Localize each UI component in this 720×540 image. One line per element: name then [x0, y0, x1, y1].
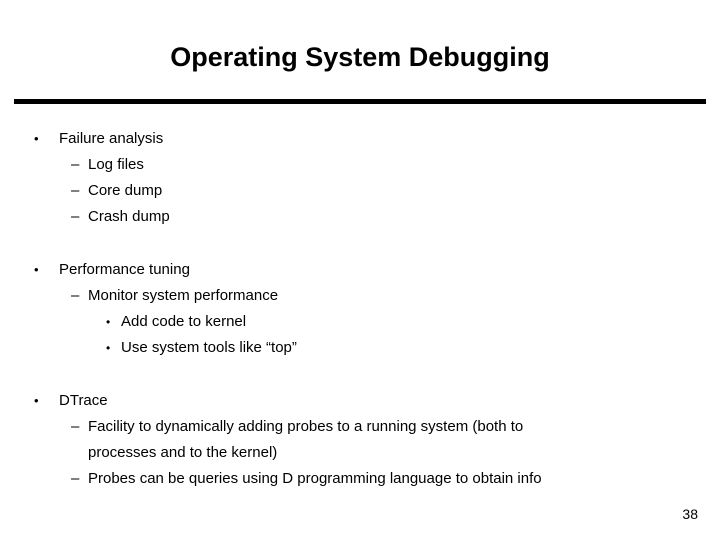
bullet-text: Probes can be queries using D programmin… [88, 470, 542, 487]
bullet-level2-continuation: processes and to the kernel) [0, 440, 720, 466]
bullet-text: processes and to the kernel) [88, 444, 278, 461]
slide-body: • Failure analysis – Log files – Core du… [0, 126, 720, 492]
bullet-dot-small-icon: • [106, 315, 111, 329]
bullet-text: Crash dump [88, 208, 170, 225]
bullet-level2: – Facility to dynamically adding probes … [0, 414, 720, 440]
bullet-level3: • Use system tools like “top” [0, 335, 720, 361]
bullet-level2: – Monitor system performance [0, 283, 720, 309]
title-divider [14, 99, 706, 104]
bullet-level2: – Crash dump [0, 204, 720, 230]
page-title: Operating System Debugging [170, 42, 550, 72]
bullet-level2: – Core dump [0, 178, 720, 204]
bullet-dash-icon: – [71, 182, 80, 199]
bullet-text: Log files [88, 156, 144, 173]
bullet-dot-icon: • [34, 131, 39, 146]
bullet-section: • Performance tuning – Monitor system pe… [0, 257, 720, 361]
bullet-dash-icon: – [71, 208, 80, 225]
slide: Operating System Debugging • Failure ana… [0, 0, 720, 540]
bullet-section: • DTrace – Facility to dynamically addin… [0, 388, 720, 492]
bullet-dash-icon: – [71, 418, 80, 435]
bullet-dot-icon: • [34, 262, 39, 277]
bullet-section: • Failure analysis – Log files – Core du… [0, 126, 720, 230]
bullet-dot-small-icon: • [106, 341, 111, 355]
bullet-level2: – Probes can be queries using D programm… [0, 466, 720, 492]
bullet-text: Add code to kernel [121, 313, 247, 330]
bullet-dash-icon: – [71, 156, 80, 173]
bullet-level2: – Log files [0, 152, 720, 178]
bullet-text: Use system tools like “top” [121, 339, 297, 356]
bullet-text: Core dump [88, 182, 163, 199]
bullet-text: Performance tuning [59, 261, 190, 278]
bullet-level3: • Add code to kernel [0, 309, 720, 335]
bullet-text: DTrace [59, 392, 108, 409]
bullet-text: Facility to dynamically adding probes to… [88, 418, 524, 435]
bullet-dash-icon: – [71, 287, 80, 304]
bullet-dot-icon: • [34, 393, 39, 408]
bullet-level1: • Failure analysis [0, 126, 720, 152]
bullet-level1: • DTrace [0, 388, 720, 414]
bullet-level1: • Performance tuning [0, 257, 720, 283]
bullet-dash-icon: – [71, 470, 80, 487]
bullet-text: Failure analysis [59, 130, 164, 147]
page-number: 38 [682, 506, 698, 522]
bullet-text: Monitor system performance [88, 287, 279, 304]
